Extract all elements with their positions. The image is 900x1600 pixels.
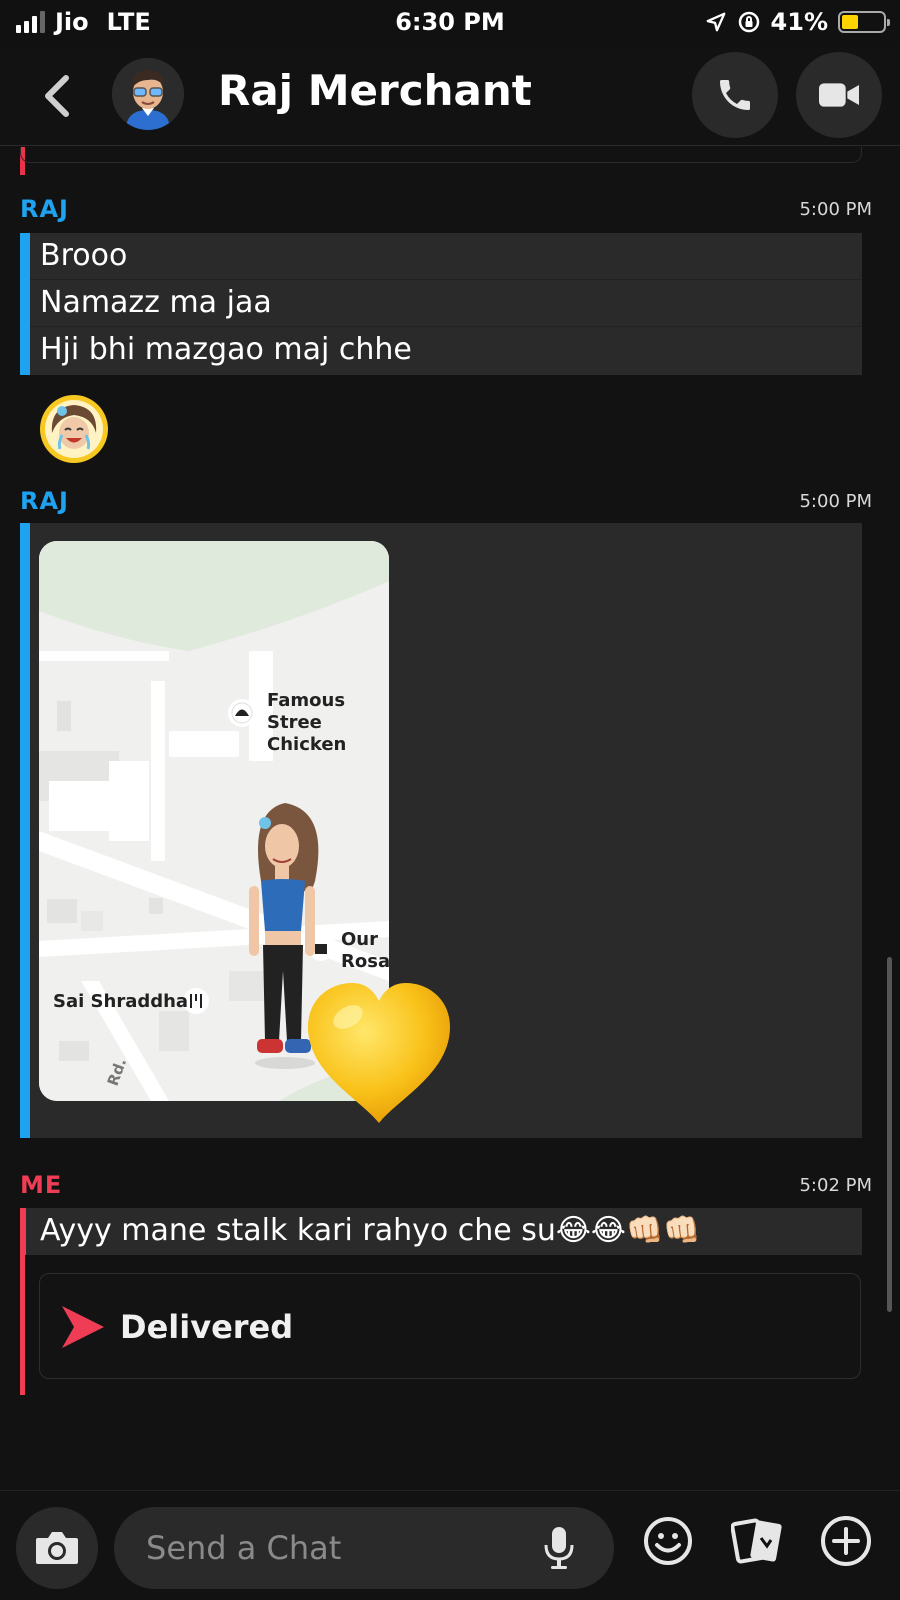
yellow-heart-icon	[308, 983, 450, 1123]
message-group[interactable]: Ayyy mane stalk kari rahyo che su😂😂👊🏻👊🏻	[20, 1208, 862, 1255]
sender-label: RAJ	[20, 487, 69, 515]
stickers-icon	[731, 1518, 782, 1564]
video-call-button[interactable]	[796, 52, 882, 138]
smiley-icon	[644, 1517, 692, 1565]
call-button[interactable]	[692, 52, 778, 138]
bitmoji-reaction[interactable]	[38, 393, 110, 465]
chat-input[interactable]	[146, 1507, 536, 1589]
video-camera-icon	[819, 83, 859, 107]
map-place-label: Sai Shraddha	[53, 991, 189, 1012]
status-bar: Jio LTE 6:30 PM 41%	[0, 0, 900, 46]
previous-message-fragment	[20, 147, 862, 163]
plus-icon	[821, 1516, 871, 1566]
sender-label: RAJ	[20, 195, 69, 223]
composer-bar	[0, 1490, 900, 1600]
camera-icon	[36, 1532, 78, 1564]
chevron-left-icon	[45, 75, 69, 117]
bitmoji-avatar-icon	[112, 58, 184, 130]
emoji-button[interactable]	[638, 1511, 698, 1571]
sent-arrow-icon	[62, 1306, 104, 1348]
phone-icon	[720, 80, 750, 110]
sender-label: ME	[20, 1171, 63, 1199]
chat-header: Raj Merchant	[0, 46, 900, 146]
message-text[interactable]: Ayyy mane stalk kari rahyo che su😂😂👊🏻👊🏻	[20, 1208, 862, 1255]
sender-color-bar	[20, 233, 30, 375]
message-text[interactable]: Namazz ma jaa	[20, 280, 862, 327]
back-button[interactable]	[36, 72, 80, 120]
message-text[interactable]: Hji bhi mazgao maj chhe	[20, 327, 862, 374]
map-place-label: Our Rosa	[341, 929, 389, 972]
chat-input-container[interactable]	[114, 1507, 614, 1589]
plus-button[interactable]	[816, 1511, 876, 1571]
battery-fill	[842, 15, 859, 29]
message-timestamp: 5:00 PM	[799, 199, 872, 220]
chat-title: Raj Merchant	[218, 66, 532, 115]
laughing-bitmoji-icon	[40, 395, 108, 463]
location-arrow-icon	[706, 12, 725, 32]
message-text[interactable]: Brooo	[20, 233, 862, 280]
orientation-lock-icon	[738, 11, 759, 33]
microphone-icon[interactable]	[542, 1525, 576, 1571]
stickers-button[interactable]	[728, 1511, 788, 1571]
battery-percent: 41%	[770, 8, 828, 36]
sender-color-bar	[20, 1255, 25, 1395]
message-group[interactable]: Brooo Namazz ma jaa Hji bhi mazgao maj c…	[20, 233, 862, 375]
camera-button[interactable]	[16, 1507, 98, 1589]
delivery-status: Delivered	[39, 1273, 861, 1379]
map-place-label: Famous Stree Chicken	[267, 690, 347, 755]
heart-reaction[interactable]	[300, 977, 458, 1127]
message-timestamp: 5:02 PM	[799, 1175, 872, 1196]
sender-color-bar	[20, 1208, 26, 1255]
scrollbar[interactable]	[887, 957, 892, 1312]
delivery-status-label: Delivered	[120, 1308, 294, 1346]
chat-area[interactable]: RAJ 5:00 PM Brooo Namazz ma jaa Hji bhi …	[0, 147, 900, 1490]
message-timestamp: 5:00 PM	[799, 491, 872, 512]
battery-icon	[838, 11, 890, 33]
status-right: 41%	[705, 8, 890, 36]
avatar[interactable]	[112, 58, 184, 130]
sender-color-bar	[20, 523, 30, 1138]
